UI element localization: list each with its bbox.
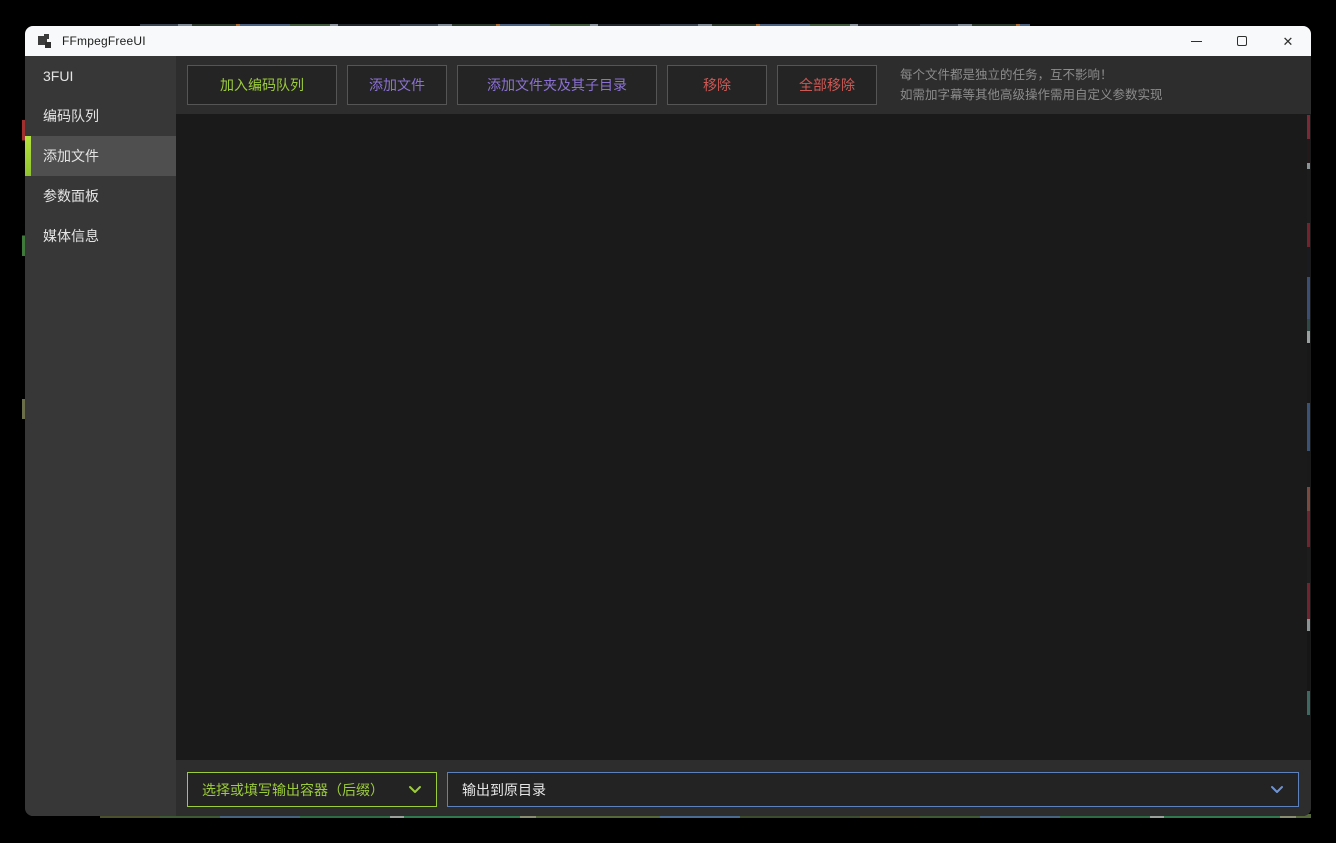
titlebar: FFmpegFreeUI ✕	[25, 26, 1311, 56]
sidebar-item-3fui[interactable]: 3FUI	[25, 56, 176, 96]
output-directory-select-value: 输出到原目录	[462, 780, 1262, 800]
add-files-button[interactable]: 添加文件	[347, 65, 447, 105]
sidebar-item-label: 编码队列	[43, 106, 99, 126]
toolbar: 加入编码队列 添加文件 添加文件夹及其子目录 移除 全部移除 每个文件都是独立的…	[176, 56, 1311, 114]
close-button[interactable]: ✕	[1265, 26, 1311, 56]
maximize-button[interactable]	[1219, 26, 1265, 56]
close-icon: ✕	[1283, 35, 1294, 48]
sidebar-item-label: 添加文件	[43, 146, 99, 166]
sidebar-item-label: 媒体信息	[43, 226, 99, 246]
sidebar-item-encode-queue[interactable]: 编码队列	[25, 96, 176, 136]
app-window: FFmpegFreeUI ✕ 3FUI 编码队列	[25, 26, 1311, 816]
output-container-select-value: 选择或填写输出容器（后缀）	[202, 780, 400, 800]
app-icon	[38, 34, 53, 49]
remove-all-button[interactable]: 全部移除	[777, 65, 877, 105]
window-body: 3FUI 编码队列 添加文件 参数面板 媒体信息 加入编码队列 添加文件 添加文	[25, 56, 1311, 816]
sidebar-item-label: 参数面板	[43, 186, 99, 206]
chevron-down-icon	[408, 785, 422, 794]
sidebar-item-media-info[interactable]: 媒体信息	[25, 216, 176, 256]
hint-line-2: 如需加字幕等其他高级操作需用自定义参数实现	[900, 85, 1163, 105]
minimize-icon	[1191, 41, 1202, 42]
toolbar-hint-text: 每个文件都是独立的任务，互不影响！ 如需加字幕等其他高级操作需用自定义参数实现	[900, 65, 1163, 105]
screen: FFmpegFreeUI ✕ 3FUI 编码队列	[0, 0, 1336, 843]
add-to-encode-queue-button[interactable]: 加入编码队列	[187, 65, 337, 105]
file-list-area[interactable]	[176, 114, 1311, 760]
maximize-icon	[1237, 36, 1247, 46]
hint-line-1: 每个文件都是独立的任务，互不影响！	[900, 65, 1163, 85]
sidebar: 3FUI 编码队列 添加文件 参数面板 媒体信息	[25, 56, 176, 816]
chevron-down-icon	[1270, 785, 1284, 794]
window-controls: ✕	[1173, 26, 1311, 56]
sidebar-item-add-files[interactable]: 添加文件	[25, 136, 176, 176]
remove-button[interactable]: 移除	[667, 65, 767, 105]
sidebar-item-parameter-panel[interactable]: 参数面板	[25, 176, 176, 216]
output-directory-select[interactable]: 输出到原目录	[447, 772, 1299, 807]
minimize-button[interactable]	[1173, 26, 1219, 56]
output-container-select[interactable]: 选择或填写输出容器（后缀）	[187, 772, 437, 807]
sidebar-item-label: 3FUI	[43, 68, 73, 84]
add-folder-recursive-button[interactable]: 添加文件夹及其子目录	[457, 65, 657, 105]
window-title: FFmpegFreeUI	[62, 34, 146, 48]
bottom-bar: 选择或填写输出容器（后缀） 输出到原目录	[176, 760, 1311, 816]
